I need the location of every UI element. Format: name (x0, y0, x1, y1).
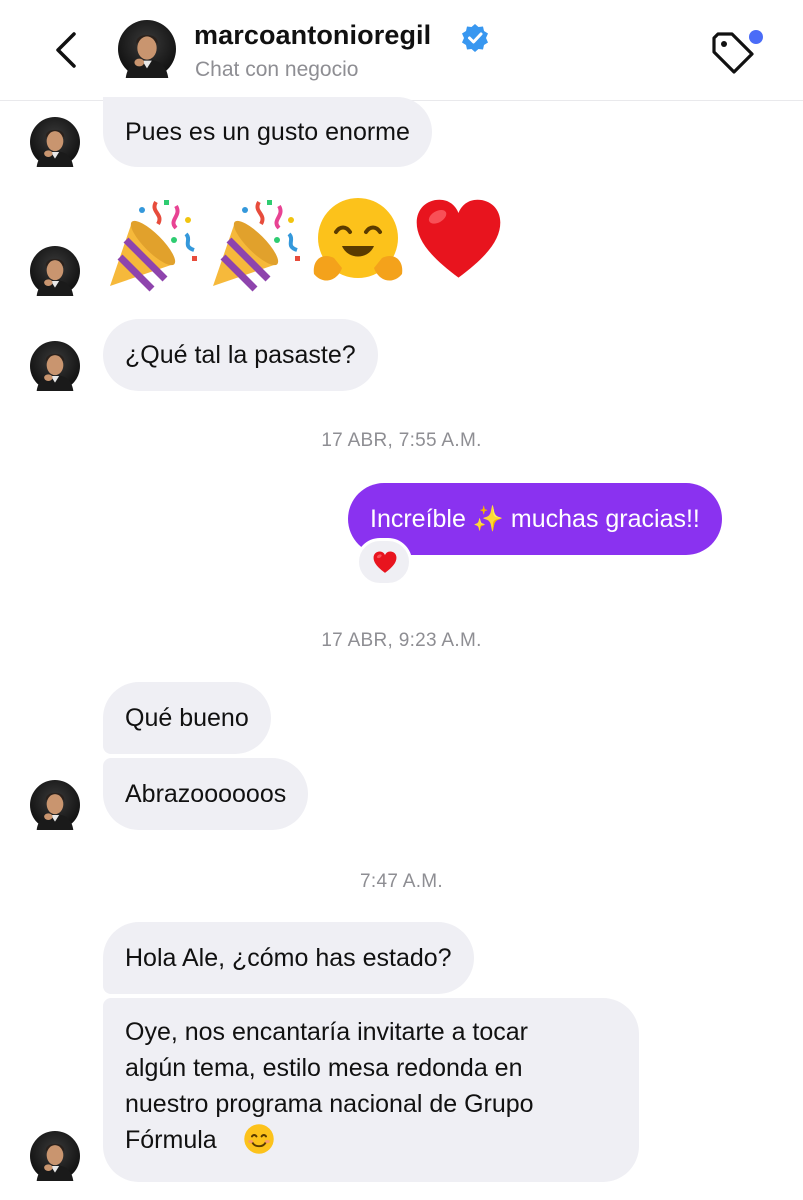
chat-header: marcoantonioregil Chat con negocio (0, 0, 803, 101)
sender-avatar[interactable] (30, 341, 80, 391)
party-popper-emoji (102, 194, 202, 294)
message-reaction[interactable] (356, 538, 412, 586)
message-text: ¿Qué tal la pasaste? (125, 341, 356, 369)
message-bubble[interactable]: Hola Ale, ¿cómo has estado? (103, 922, 474, 994)
timestamp: 7:47 A.M. (360, 871, 443, 892)
message-line: Oye, nos encantaría invitarte a tocar (125, 1018, 528, 1046)
notification-dot (749, 30, 763, 44)
message-bubble[interactable]: Abrazoooooos (103, 758, 309, 830)
message-bubble[interactable]: ¿Qué tal la pasaste? (103, 319, 378, 391)
sender-avatar[interactable] (30, 246, 80, 296)
message-text: Pues es un gusto enorme (125, 118, 410, 146)
message-text: Abrazoooooos (125, 780, 287, 808)
sender-avatar[interactable] (30, 780, 80, 830)
red-heart-emoji (411, 194, 506, 289)
chevron-left-icon (56, 32, 76, 68)
header-avatar[interactable] (118, 20, 176, 78)
back-button[interactable] (46, 26, 86, 74)
red-heart-emoji (372, 550, 398, 576)
message-text: Increíble ✨ muchas gracias!! (370, 505, 700, 533)
smiling-face-emoji (244, 1124, 274, 1154)
message-bubble[interactable]: Qué bueno (103, 682, 271, 754)
sender-avatar[interactable] (30, 1131, 80, 1181)
message-text: Qué bueno (125, 704, 249, 732)
message-line: Fórmula (125, 1126, 217, 1154)
hugging-face-emoji (313, 198, 403, 281)
verified-badge-icon (462, 24, 488, 52)
timestamp: 17 ABR, 9:23 A.M. (321, 630, 482, 651)
emoji-message[interactable] (100, 194, 520, 304)
message-line: algún tema, estilo mesa redonda en (125, 1054, 523, 1082)
message-bubble[interactable]: Pues es un gusto enorme (103, 97, 432, 167)
message-text: Hola Ale, ¿cómo has estado? (125, 944, 452, 972)
message-line: nuestro programa nacional de Grupo (125, 1090, 534, 1118)
message-bubble[interactable]: Oye, nos encantaría invitarte a tocar al… (103, 998, 639, 1182)
timestamp: 17 ABR, 7:55 A.M. (321, 430, 482, 451)
chat-type-subtitle: Chat con negocio (195, 58, 359, 81)
username[interactable]: marcoantonioregil (194, 20, 431, 51)
party-popper-emoji (205, 194, 305, 294)
sender-avatar[interactable] (30, 117, 80, 167)
